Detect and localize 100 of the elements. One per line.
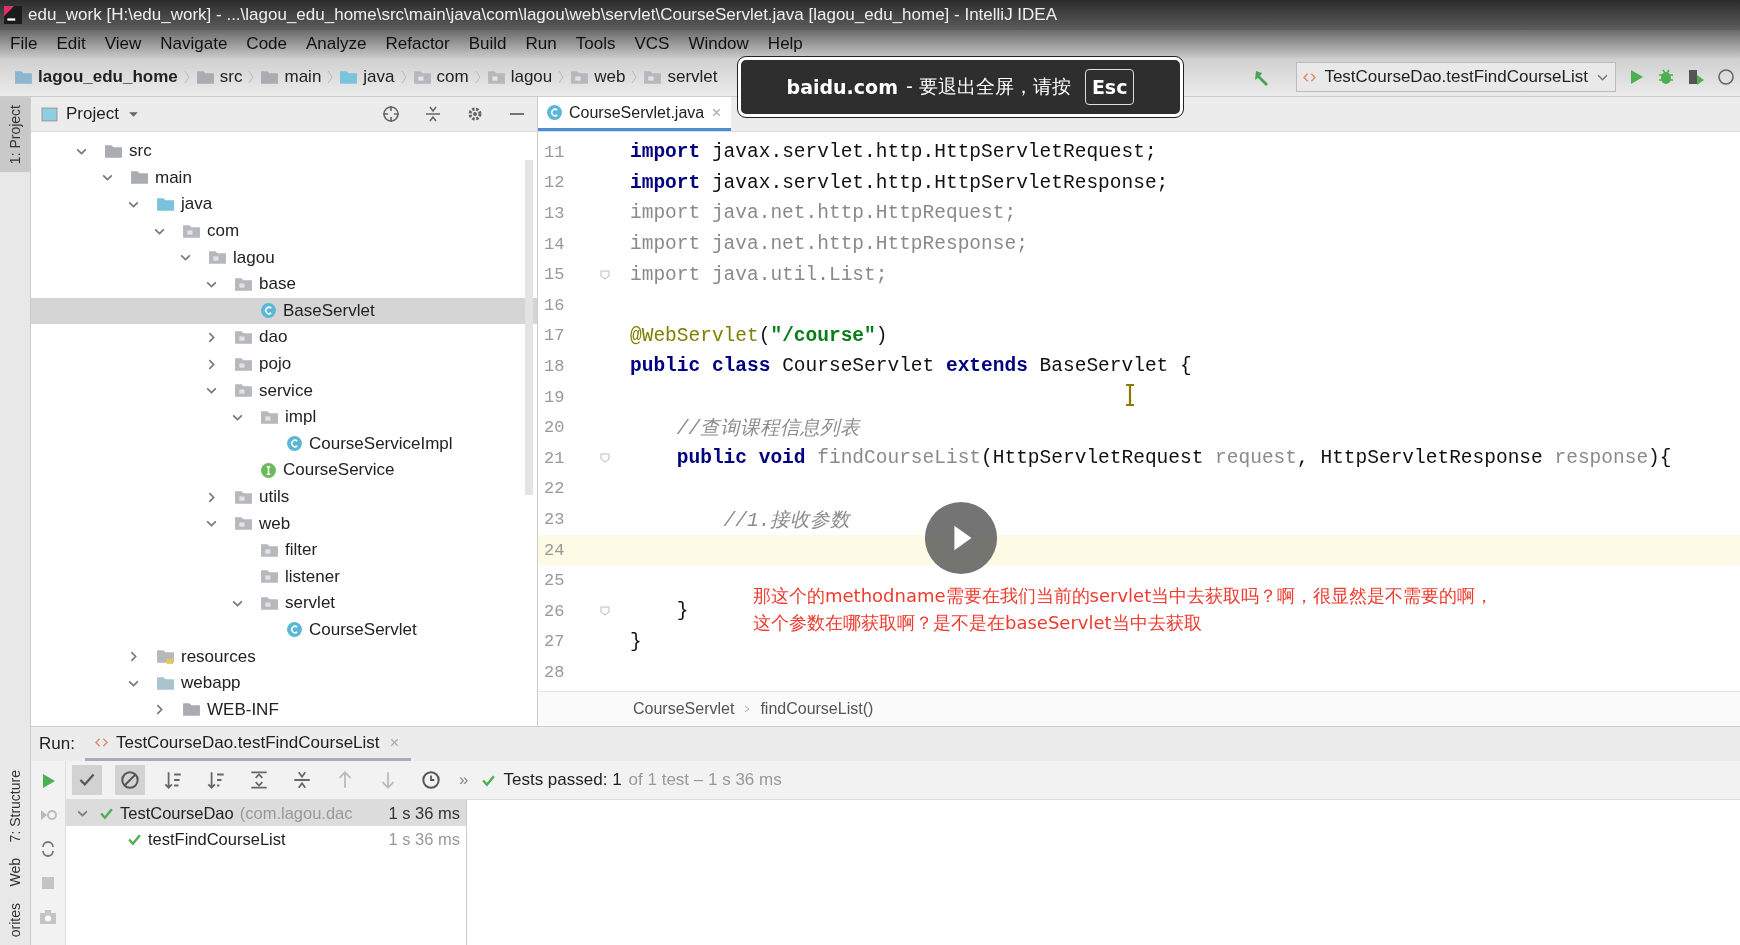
folder-icon <box>234 489 253 505</box>
chevron-right-icon <box>558 70 565 84</box>
folder-icon <box>182 223 201 239</box>
tree-item[interactable]: pojo <box>31 350 537 378</box>
menu-item[interactable]: Analyze <box>298 34 378 54</box>
show-ignored-icon[interactable] <box>115 765 145 795</box>
line-number: 25 <box>543 571 566 591</box>
menu-item[interactable]: Code <box>238 34 298 54</box>
breadcrumb-item[interactable]: web <box>570 67 626 87</box>
menu-item[interactable]: Help <box>759 34 814 54</box>
line-number: 24 <box>543 540 566 560</box>
tree-item[interactable]: main <box>31 164 537 192</box>
editor-tab[interactable]: CourseServlet.java <box>538 97 732 131</box>
menu-item[interactable]: File <box>2 34 49 54</box>
tree-item[interactable]: lagou <box>31 244 537 271</box>
breadcrumb-item[interactable]: src <box>195 67 243 87</box>
scrollbar[interactable] <box>525 160 533 495</box>
breadcrumb-item[interactable]: CourseServlet <box>633 700 735 718</box>
locate-icon[interactable] <box>381 104 401 124</box>
tree-item[interactable]: webapp <box>31 669 537 697</box>
tree-item[interactable]: WEB-INF <box>31 696 537 724</box>
tree-item[interactable]: CourseServlet <box>31 616 537 644</box>
tree-item[interactable]: utils <box>31 483 537 511</box>
breadcrumb-item[interactable]: findCourseList() <box>760 700 874 718</box>
menu-item[interactable]: Navigate <box>152 34 239 54</box>
line-number: 16 <box>543 295 566 315</box>
tree-item[interactable]: resources <box>31 643 537 670</box>
tool-window-tab[interactable]: Web <box>0 850 30 895</box>
tree-item[interactable]: dao <box>31 324 537 351</box>
tree-item[interactable]: web <box>31 510 537 537</box>
tree-item[interactable]: java <box>31 191 537 218</box>
tree-item[interactable]: CourseServiceImpl <box>31 430 537 458</box>
line-number: 19 <box>543 387 566 407</box>
folder-icon <box>643 69 663 85</box>
line-number: 28 <box>543 662 566 682</box>
play-button[interactable] <box>923 500 999 576</box>
tree-item[interactable]: filter <box>31 536 537 564</box>
show-passed-icon[interactable] <box>72 765 102 795</box>
run-configuration-dropdown[interactable]: TestCourseDao.testFindCourseList <box>1296 62 1616 92</box>
menu-item[interactable]: Build <box>460 34 518 54</box>
fold-marker-icon[interactable] <box>600 453 610 464</box>
tree-item[interactable]: BaseServlet <box>31 297 537 325</box>
line-number: 14 <box>543 234 566 254</box>
folder-icon <box>412 69 432 85</box>
folder-icon <box>260 569 279 585</box>
fold-marker-icon[interactable] <box>600 606 610 617</box>
line-number: 15 <box>543 265 566 285</box>
test-result-row[interactable]: TestCourseDao (com.lagou.dac 1 s 36 ms <box>66 800 466 826</box>
run-label: Run: <box>39 734 75 754</box>
code-line: import javax.servlet.http.HttpServletResponse; <box>630 171 1169 194</box>
menu-item[interactable]: Window <box>680 34 760 54</box>
chevron-right-icon <box>400 70 407 84</box>
class-icon <box>546 104 563 121</box>
test-name: TestCourseDao <box>120 803 234 823</box>
fold-marker-icon[interactable] <box>600 269 610 280</box>
tree-item[interactable]: listener <box>31 563 537 591</box>
test-result-row[interactable]: testFindCourseList 1 s 36 ms <box>66 826 466 852</box>
notice-message: - 要退出全屏，请按 <box>905 74 1071 99</box>
code-line: //查询课程信息列表 <box>675 417 861 442</box>
tree-item[interactable]: impl <box>31 403 537 431</box>
tree-item[interactable]: CourseService <box>31 457 537 484</box>
test-package: (com.lagou.dac <box>239 803 353 823</box>
tree-item[interactable]: src <box>31 138 537 165</box>
code-line: import java.net.http.HttpRequest; <box>630 202 1017 225</box>
clock-icon[interactable] <box>1716 67 1736 87</box>
breadcrumb-item[interactable]: servlet <box>643 67 718 87</box>
breadcrumb-item[interactable]: lagou_edu_home <box>14 67 178 87</box>
menu-item[interactable]: Refactor <box>377 34 461 54</box>
tree-item[interactable]: base <box>31 270 537 298</box>
tree-item[interactable]: com <box>31 217 537 245</box>
code-line: import java.util.List; <box>630 263 888 286</box>
tree-item[interactable]: service <box>31 377 537 404</box>
panel-title[interactable]: Project <box>66 104 119 124</box>
chevron-right-icon <box>631 70 638 84</box>
tool-window-tab[interactable]: 7: Structure <box>0 761 30 851</box>
coverage-icon[interactable] <box>1686 67 1706 87</box>
menu-item[interactable]: View <box>96 34 153 54</box>
breadcrumb-item[interactable]: com <box>412 67 469 87</box>
breadcrumb-item[interactable]: java <box>339 67 395 87</box>
menu-item[interactable]: VCS <box>626 34 681 54</box>
folder-icon <box>234 516 253 532</box>
folder-icon <box>156 675 175 691</box>
class-icon <box>286 435 303 453</box>
code-line: import java.net.http.HttpResponse; <box>630 233 1028 256</box>
window-title: edu_work [H:\edu_work] - ...\lagou_edu_home\src\main\java\com\lagou\web\servlet\CourseServlet.java [lagou_edu_home] - IntelliJ IDEA <box>28 5 1058 25</box>
subtitle-line: 那这个的methodname需要在我们当前的servlet当中去获取吗？啊，很显然是不需要的啊， <box>753 584 1494 608</box>
tool-window-tab[interactable]: 1: Project <box>0 97 30 173</box>
chevron-right-icon <box>248 70 255 84</box>
menu-item[interactable]: Tools <box>567 34 627 54</box>
folder-icon <box>182 702 201 718</box>
tree-item[interactable]: servlet <box>31 590 537 617</box>
menu-item[interactable]: Run <box>517 34 568 54</box>
breadcrumb-item[interactable]: lagou <box>486 67 553 87</box>
tool-window-tab[interactable]: orites <box>0 894 30 945</box>
class-icon <box>286 621 303 639</box>
folder-icon <box>234 383 253 399</box>
breadcrumb-item[interactable]: main <box>260 67 322 87</box>
menu-item[interactable]: Edit <box>48 34 97 54</box>
code-line: public void findCourseList(HttpServletRequest request, HttpServletResponse response){ <box>675 447 1672 470</box>
collapse-all-icon[interactable] <box>423 104 443 124</box>
